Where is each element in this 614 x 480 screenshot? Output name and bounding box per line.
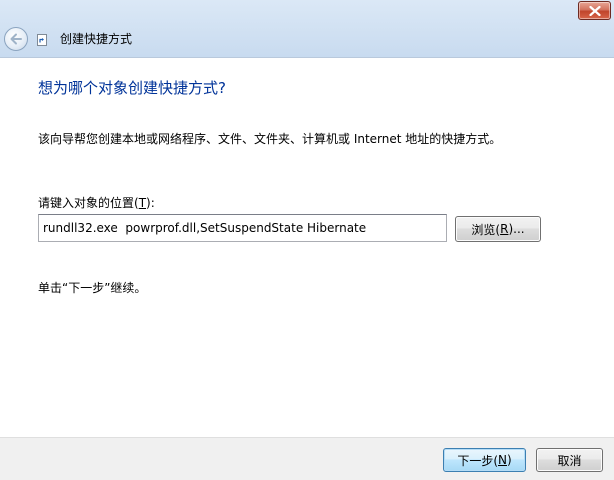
next-button[interactable]: 下一步(N) (443, 448, 526, 472)
create-shortcut-window: 创建快捷方式 想为哪个对象创建快捷方式? 该向导帮您创建本地或网络程序、文件、文… (0, 0, 614, 480)
shortcut-icon (37, 34, 47, 46)
wizard-description: 该向导帮您创建本地或网络程序、文件、文件夹、计算机或 Internet 地址的快… (38, 132, 502, 146)
page-heading: 想为哪个对象创建快捷方式? (38, 79, 226, 97)
wizard-content: 想为哪个对象创建快捷方式? 该向导帮您创建本地或网络程序、文件、文件夹、计算机或… (0, 57, 614, 437)
cancel-button[interactable]: 取消 (536, 448, 603, 472)
close-icon (588, 5, 601, 16)
title-bar: 创建快捷方式 (0, 0, 614, 58)
button-bar: 下一步(N) 取消 (0, 437, 614, 480)
close-button[interactable] (578, 1, 611, 20)
wizard-title: 创建快捷方式 (60, 32, 133, 46)
hint-text: 单击“下一步”继续。 (38, 281, 147, 295)
location-label-accesskey: T (138, 196, 147, 210)
location-input[interactable] (38, 214, 447, 242)
back-button[interactable] (4, 27, 28, 51)
location-label: 请键入对象的位置(T): (38, 196, 155, 210)
browse-button[interactable]: 浏览(R)... (455, 216, 541, 242)
back-arrow-icon (10, 33, 22, 45)
